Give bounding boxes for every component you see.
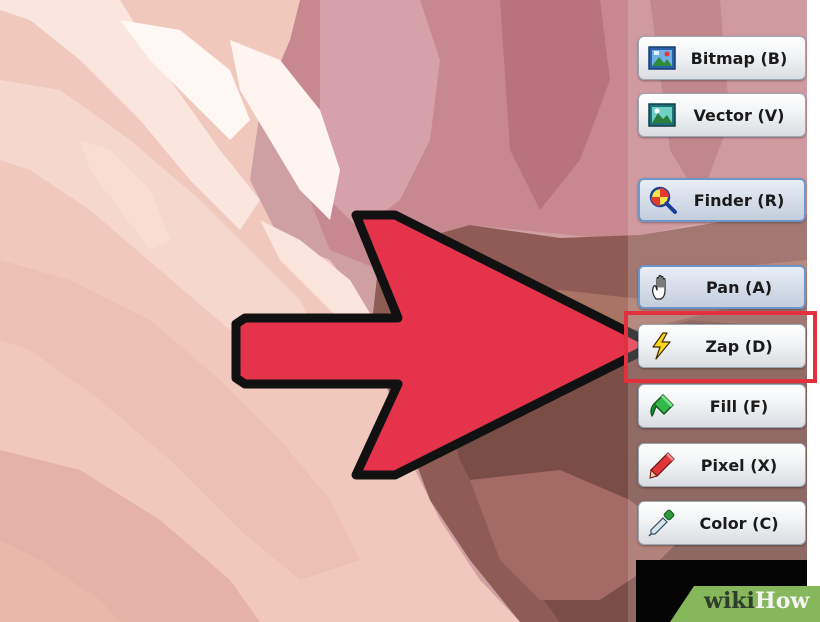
vector-label: Vector (V)	[693, 105, 785, 125]
bitmap-label: Bitmap (B)	[690, 48, 788, 68]
paint-bucket-icon	[647, 391, 677, 421]
fill-label: Fill (F)	[709, 396, 769, 416]
pixel-label: Pixel (X)	[700, 455, 778, 475]
watermark-text: wikiHow	[704, 588, 809, 614]
finder-button[interactable]: Finder (R)	[638, 178, 806, 222]
vector-button[interactable]: Vector (V)	[638, 93, 806, 137]
finder-magnifier-icon	[648, 185, 678, 215]
finder-label: Finder (R)	[693, 190, 785, 210]
zap-label: Zap (D)	[705, 336, 773, 356]
eyedropper-icon	[647, 508, 677, 538]
watermark-part2: How	[754, 588, 810, 614]
pan-button[interactable]: Pan (A)	[638, 265, 806, 309]
hand-icon	[648, 272, 678, 302]
screen: Bitmap (B) Vector (V) Finder (R) Pan (A)…	[0, 0, 820, 622]
bitmap-image-icon	[647, 43, 677, 73]
pencil-icon	[647, 450, 677, 480]
color-button[interactable]: Color (C)	[638, 501, 806, 545]
pan-label: Pan (A)	[705, 277, 773, 297]
fill-button[interactable]: Fill (F)	[638, 384, 806, 428]
bitmap-button[interactable]: Bitmap (B)	[638, 36, 806, 80]
zap-button[interactable]: Zap (D)	[638, 324, 806, 368]
pixel-button[interactable]: Pixel (X)	[638, 443, 806, 487]
vector-image-icon	[647, 100, 677, 130]
right-edge-strip	[807, 0, 820, 622]
wikihow-watermark: wikiHow	[660, 586, 820, 622]
lightning-bolt-icon	[647, 331, 677, 361]
watermark-part1: wiki	[704, 588, 755, 614]
color-label: Color (C)	[699, 513, 779, 533]
